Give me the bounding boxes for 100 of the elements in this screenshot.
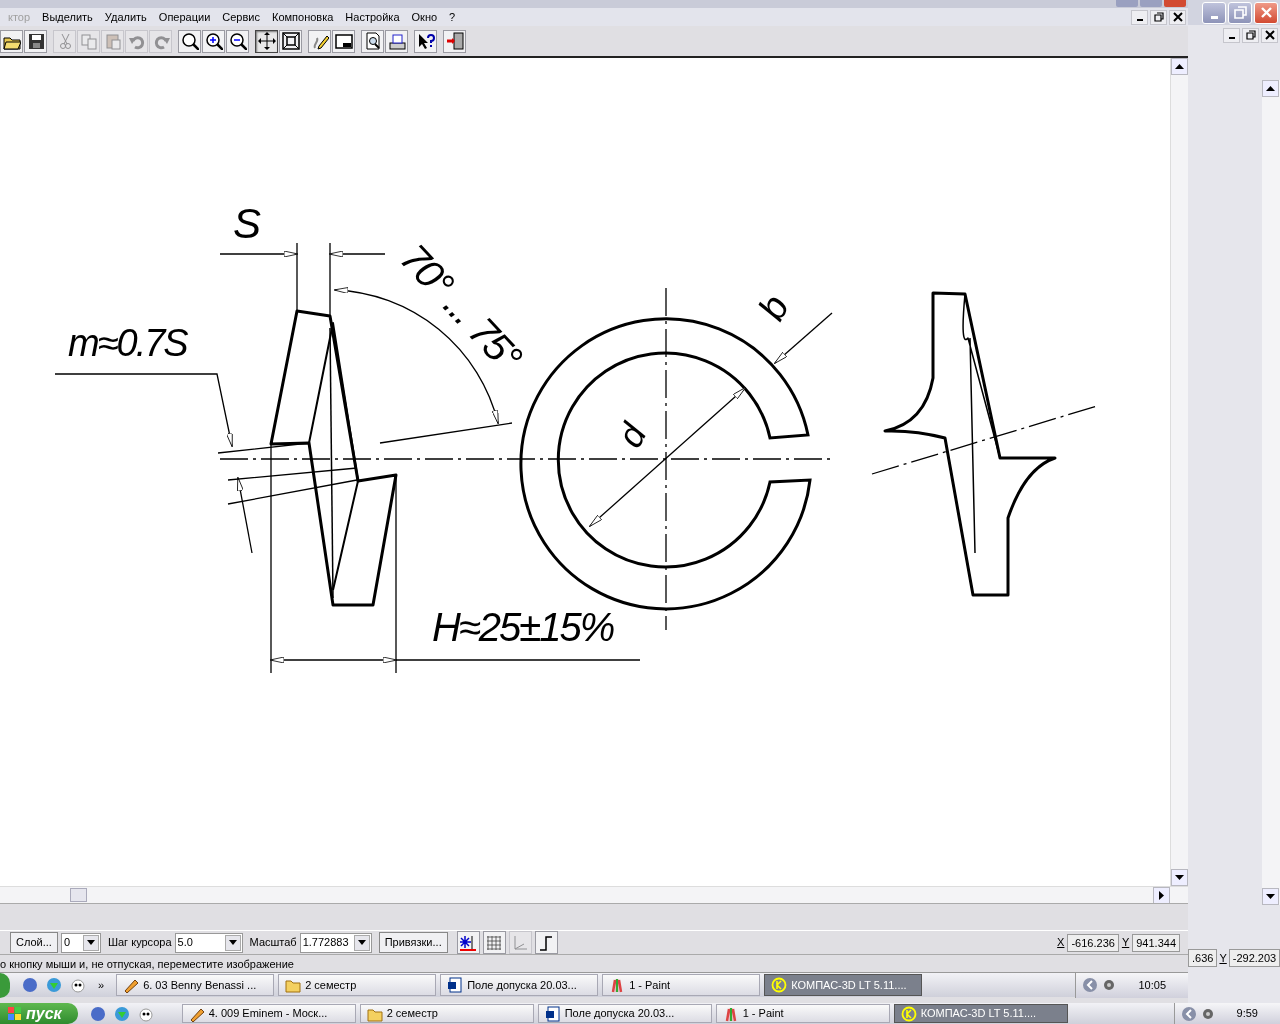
printer-icon [387, 32, 406, 50]
up-arrow-icon [1266, 86, 1275, 91]
status-text: о кнопку мыши и, не отпуская, переместите изображение [0, 958, 294, 970]
taskbar-button[interactable]: 1 - Paint [715, 1004, 890, 1023]
snowflake-grid-icon [459, 933, 478, 952]
coordinate-value: .636 [1188, 949, 1218, 967]
k-logo-icon [771, 977, 788, 993]
close-icon [1259, 6, 1273, 19]
zoom-out-icon [228, 32, 247, 50]
caret-icon [86, 940, 95, 945]
menu-item[interactable]: Выделить [36, 9, 99, 25]
move-arrows-icon [257, 32, 276, 50]
copy-icon [79, 32, 98, 50]
toolbar-button[interactable] [202, 29, 225, 53]
taskbar-button[interactable]: 1 - Paint [602, 974, 761, 996]
taskbar-button[interactable]: 6. 03 Benny Benassi ... [116, 974, 275, 996]
menu-item[interactable]: Окно [405, 9, 444, 25]
minimize-icon [1210, 15, 1218, 19]
restore-icon [1233, 6, 1247, 19]
dimension-label: d [608, 418, 654, 454]
dropdown-field[interactable]: 5.0 [174, 932, 243, 953]
toolbar-button[interactable] [255, 29, 278, 53]
toolbar-button[interactable] [178, 29, 201, 53]
dimension-label: b [750, 290, 797, 327]
snaps-button[interactable]: Привязки... [378, 932, 448, 953]
start-button[interactable] [0, 972, 10, 998]
scroll-thumb[interactable] [70, 888, 87, 902]
dimension-label: S [233, 200, 259, 247]
document-icon [544, 1005, 561, 1022]
door-exit-icon [445, 32, 464, 50]
vertical-scrollbar[interactable] [1170, 58, 1188, 886]
coordinate-label: X [1057, 935, 1065, 951]
folder-icon [285, 977, 302, 993]
menu-item[interactable]: Компоновка [266, 9, 340, 25]
vertical-scrollbar[interactable] [1262, 80, 1280, 905]
menu-item[interactable]: ? [443, 9, 462, 25]
minimize-icon [1136, 18, 1143, 21]
taskbar-button[interactable]: КОМПАС-3D LT 5.11.... [764, 974, 923, 996]
magnifier-icon [180, 32, 199, 50]
layer-button[interactable]: Слой... [10, 932, 58, 953]
help-cursor-icon [416, 32, 435, 50]
taskbar-button[interactable]: КОМПАС-3D LT 5.11.... [893, 1004, 1068, 1023]
menu-item[interactable]: Настройка [339, 9, 406, 25]
k-logo-icon [900, 1005, 917, 1022]
toolbar-button[interactable] [0, 29, 23, 53]
toolbar-button[interactable] [24, 29, 47, 53]
restore-icon [1153, 12, 1164, 22]
dimension-label: H≈25±15% [432, 605, 614, 649]
toolbar-button[interactable] [279, 29, 302, 53]
menu-item[interactable]: Сервис [216, 9, 266, 25]
toolbar-button[interactable] [414, 29, 437, 53]
globe-icon[interactable] [46, 977, 62, 993]
clock-time: 9:59 [1236, 1006, 1258, 1022]
grid-icon [485, 933, 504, 952]
taskbar-button[interactable]: Поле допуска 20.03... [440, 974, 599, 996]
axes-icon [511, 933, 530, 952]
field-label: Масштаб [249, 935, 297, 951]
toolbar-button[interactable] [226, 29, 249, 53]
toolbar-button[interactable] [308, 29, 331, 53]
up-arrow-icon [1175, 64, 1184, 69]
menu-item[interactable]: Операции [152, 9, 217, 25]
panda-icon[interactable] [137, 1005, 154, 1022]
toolbar-button[interactable] [332, 29, 355, 53]
coordinate-value: 941.344 [1132, 933, 1180, 952]
panda-icon[interactable] [70, 977, 86, 993]
window-icon [334, 32, 353, 50]
field-label: Шаг курсора [107, 935, 172, 951]
close-icon [1264, 30, 1275, 40]
coordinate-label: Y [1121, 935, 1130, 951]
down-arrow-icon [1266, 894, 1275, 899]
menu-item[interactable]: Удалить [98, 9, 153, 25]
dropdown-field[interactable]: 1.772883 [299, 932, 372, 953]
coordinate-value: -292.203 [1228, 949, 1280, 967]
dimension-label: 70° ... 75° [392, 235, 530, 379]
horizontal-scrollbar[interactable] [0, 886, 1188, 903]
restore-icon [1245, 30, 1256, 40]
pencil-icon [123, 977, 140, 993]
down-arrow-icon [1175, 875, 1184, 880]
coordinate-label: Y [1219, 950, 1227, 966]
taskbar-button[interactable]: 2 семестр [278, 974, 437, 996]
toolbar-button[interactable] [361, 29, 384, 53]
caret-icon [357, 940, 366, 945]
windows-logo-icon [8, 1006, 22, 1021]
caret-icon [228, 940, 237, 945]
toolbar-button[interactable] [443, 29, 466, 53]
taskbar-button[interactable]: Поле допуска 20.03... [537, 1004, 712, 1023]
taskbar-button[interactable]: 2 семестр [359, 1004, 534, 1023]
zoom-in-icon [204, 32, 223, 50]
minimize-icon [1228, 36, 1235, 39]
globe-icon[interactable] [113, 1005, 130, 1022]
more-button[interactable]: » [98, 976, 105, 994]
dropdown-field[interactable]: 0 [60, 932, 101, 953]
taskbar-button[interactable]: 4. 009 Eminem - Моск... [181, 1004, 356, 1023]
page-magnifier-icon [363, 32, 382, 50]
toolbar-button[interactable] [385, 29, 408, 53]
toolbar-button[interactable] [456, 931, 480, 954]
toolbar-button[interactable] [534, 931, 558, 954]
floppy-icon [26, 32, 45, 50]
clipboard-icon [103, 32, 122, 50]
frame-icon [281, 32, 300, 50]
